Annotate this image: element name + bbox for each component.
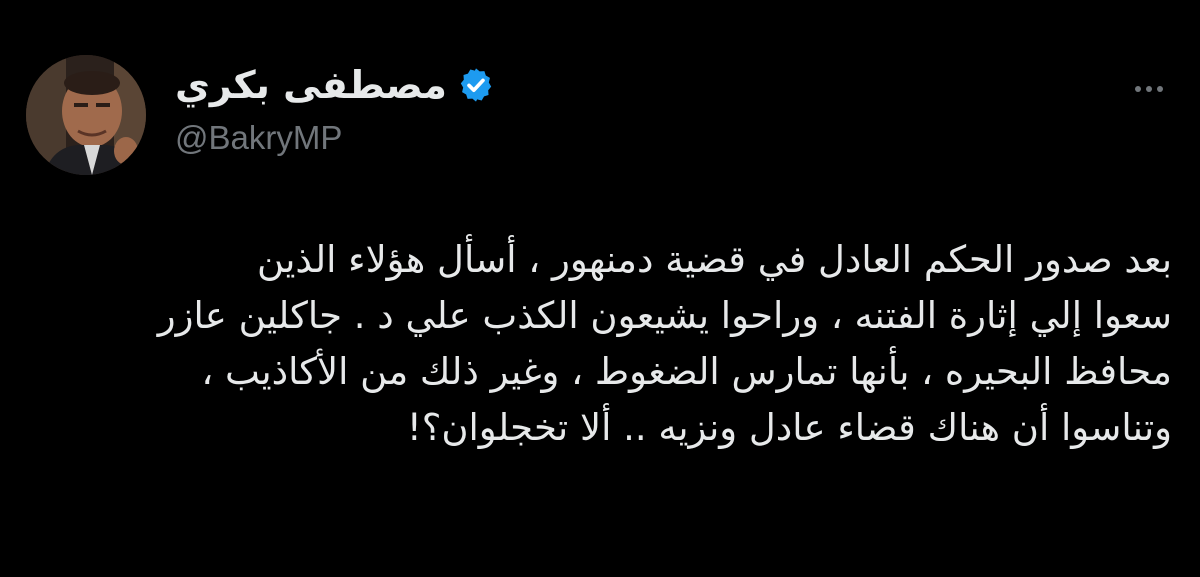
tweet-text-line: بعد صدور الحكم العادل في قضية دمنهور ، أ… (256, 238, 1172, 281)
tweet-text-line: سعوا إلي إثارة الفتنه ، وراحوا يشيعون ال… (157, 294, 1172, 337)
author-handle[interactable]: @BakryMP (175, 118, 342, 158)
avatar[interactable] (26, 55, 146, 175)
more-options-button[interactable] (1124, 74, 1174, 104)
tweet-text-line: محافظ البحيره ، بأنها تمارس الضغوط ، وغي… (201, 350, 1172, 393)
tweet-card: مصطفى بكري @BakryMP بعد صدور الحكم العاد… (0, 0, 1200, 577)
more-horizontal-icon (1157, 86, 1163, 92)
author-name-row[interactable]: مصطفى بكري (175, 62, 495, 108)
tweet-text-line: وتناسوا أن هناك قضاء عادل ونزيه .. ألا ت… (406, 406, 1172, 449)
more-horizontal-icon (1135, 86, 1141, 92)
avatar-photo (26, 55, 146, 175)
author-display-name[interactable]: مصطفى بكري (175, 62, 447, 108)
cropped-footer (26, 568, 406, 577)
more-horizontal-icon (1146, 86, 1152, 92)
tweet-text: بعد صدور الحكم العادل في قضية دمنهور ، أ… (30, 232, 1172, 456)
verified-badge-icon (460, 68, 492, 102)
